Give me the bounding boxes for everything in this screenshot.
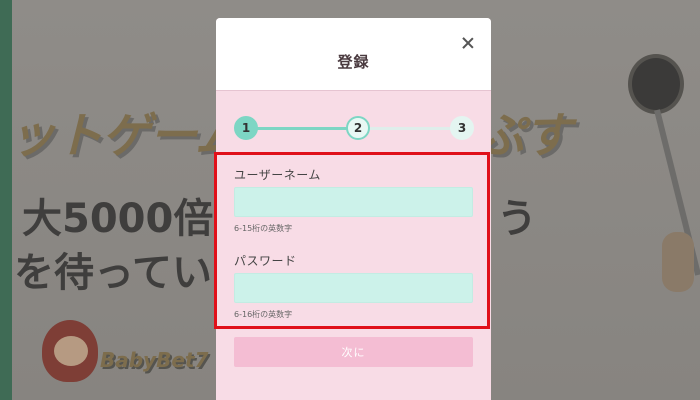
step-remaining-line	[358, 127, 462, 130]
microphone-illustration	[624, 46, 700, 292]
background-left-edge	[0, 0, 12, 400]
username-input[interactable]	[234, 187, 473, 217]
modal-header: 登録	[216, 18, 491, 91]
close-icon[interactable]	[459, 34, 477, 52]
step-1: 1	[234, 116, 258, 140]
step-indicator: 1 2 3	[234, 116, 474, 140]
microphone-head	[628, 54, 684, 114]
hand-illustration	[662, 232, 694, 292]
background-promo-line-end: う	[497, 196, 537, 242]
username-hint: 6-15桁の英数字	[234, 224, 293, 233]
step-3: 3	[450, 116, 474, 140]
modal-title: 登録	[337, 53, 370, 71]
password-input[interactable]	[234, 273, 473, 303]
password-label: パスワード	[234, 254, 297, 268]
register-modal: 登録 1 2 3 ユーザーネーム 6-15桁の英数字 パスワード 6-16桁の英…	[216, 18, 491, 400]
step-progress-line	[246, 127, 358, 130]
password-hint: 6-16桁の英数字	[234, 310, 293, 319]
mascot-face	[54, 336, 88, 366]
username-label: ユーザーネーム	[234, 168, 321, 182]
logo-text: BabyBet7	[100, 348, 209, 372]
step-2: 2	[346, 116, 370, 140]
background-logo: BabyBet7	[42, 320, 222, 384]
next-button[interactable]: 次に	[234, 337, 473, 367]
